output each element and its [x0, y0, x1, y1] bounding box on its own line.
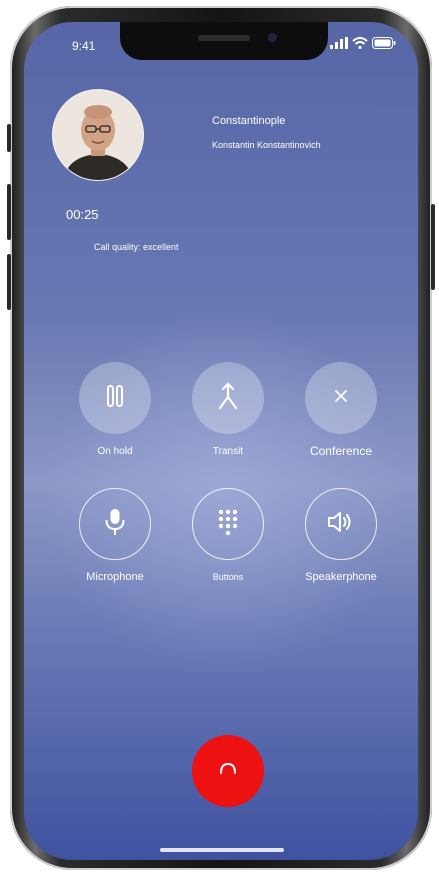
keypad-icon — [217, 508, 239, 541]
keypad-label: Buttons — [212, 572, 244, 582]
transit-button[interactable] — [192, 362, 264, 434]
keypad-button[interactable] — [192, 488, 264, 560]
wifi-icon — [352, 36, 368, 54]
merge-arrow-icon — [216, 382, 240, 415]
status-icons — [330, 36, 396, 54]
power-button — [431, 204, 435, 290]
speakerphone-label: Speakerphone — [305, 571, 377, 583]
close-icon — [333, 388, 349, 409]
call-screen: 9:41 Constantinople Konstantin Konstanti… — [24, 22, 418, 860]
conference-button[interactable] — [305, 362, 377, 434]
speakerphone-button[interactable] — [305, 488, 377, 560]
home-indicator[interactable] — [160, 848, 284, 852]
call-timer: 00:25 — [66, 207, 99, 222]
status-time: 9:41 — [72, 39, 96, 53]
end-call-button[interactable] — [192, 735, 264, 807]
conference-label: Conference — [309, 444, 373, 458]
volume-down-button — [7, 254, 11, 310]
caller-avatar — [52, 89, 144, 181]
microphone-label: Microphone — [86, 571, 144, 583]
microphone-button[interactable] — [79, 488, 151, 560]
hold-button[interactable] — [79, 362, 151, 434]
hold-label: On hold — [97, 446, 133, 457]
notch — [120, 22, 328, 60]
earpiece — [198, 35, 250, 41]
microphone-icon — [103, 507, 127, 542]
signal-icon — [330, 36, 348, 54]
mute-switch — [7, 124, 11, 152]
call-quality: Call quality: excellent — [94, 242, 179, 252]
volume-up-button — [7, 184, 11, 240]
caller-name: Constantinople — [212, 115, 286, 127]
front-camera — [268, 33, 277, 42]
speaker-icon — [326, 510, 356, 539]
caller-full-name: Konstantin Konstantinovich — [212, 140, 321, 150]
battery-icon — [372, 36, 396, 54]
hang-up-icon — [219, 762, 237, 781]
transit-label: Transit — [212, 446, 244, 457]
pause-icon — [102, 383, 128, 414]
